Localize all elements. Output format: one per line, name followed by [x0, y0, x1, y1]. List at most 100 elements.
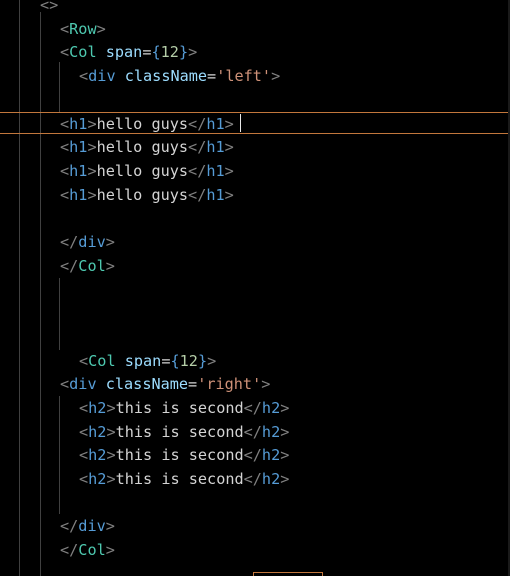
- code-token: hello guys: [96, 185, 189, 204]
- indent-guide: [59, 62, 60, 112]
- code-token: }: [197, 351, 208, 370]
- indent-guide: [19, 0, 20, 576]
- code-token: >: [224, 138, 234, 157]
- code-token: <: [79, 470, 89, 488]
- code-token: hello guys: [96, 138, 189, 157]
- code-token: <: [79, 351, 89, 370]
- code-token: </: [60, 541, 79, 560]
- code-token: div: [78, 233, 106, 251]
- code-token: >: [106, 446, 116, 465]
- code-line[interactable]: <Row>: [60, 17, 106, 41]
- code-line[interactable]: <h2>this is second</h2>: [79, 396, 289, 420]
- code-token: div: [88, 67, 116, 86]
- code-line[interactable]: </Col>: [60, 254, 115, 278]
- code-token: this is second: [115, 446, 244, 465]
- code-token: <: [79, 67, 89, 86]
- indent-guide: [40, 12, 41, 576]
- code-line[interactable]: </div>: [60, 514, 115, 538]
- code-token: </: [60, 256, 79, 275]
- code-token: >: [280, 398, 290, 417]
- code-token: Col: [88, 351, 116, 370]
- code-line[interactable]: <h2>this is second</h2>: [79, 443, 289, 467]
- code-token: Col: [78, 541, 106, 560]
- indent-guide: [59, 278, 60, 350]
- code-token: div: [69, 375, 97, 394]
- code-token: className: [105, 375, 189, 394]
- code-line[interactable]: <div className='left'>: [79, 64, 280, 88]
- code-token: div: [78, 517, 106, 536]
- code-token: >: [87, 138, 97, 157]
- code-line[interactable]: <Col span={12}>: [79, 349, 216, 373]
- code-token: </: [188, 138, 207, 157]
- code-line[interactable]: <>: [40, 0, 58, 17]
- code-token: >: [261, 375, 271, 394]
- code-token: </: [243, 446, 262, 465]
- code-token: </: [243, 470, 262, 488]
- code-token: Col: [69, 43, 97, 62]
- indent-guide: [59, 396, 60, 514]
- code-token: >: [224, 185, 234, 204]
- code-token: 12: [179, 351, 198, 370]
- code-token: h2: [88, 422, 107, 441]
- code-line[interactable]: </Col>: [60, 538, 115, 562]
- code-token: 'left': [216, 67, 272, 86]
- code-token: </: [188, 161, 207, 180]
- code-token: </: [243, 422, 262, 441]
- code-token: hello guys: [96, 114, 189, 133]
- code-token: h1: [206, 114, 225, 133]
- code-token: h2: [88, 446, 107, 465]
- code-token: >: [96, 19, 106, 38]
- code-token: <: [60, 114, 70, 133]
- code-token: h1: [206, 185, 225, 204]
- code-token: h2: [88, 398, 107, 417]
- code-token: >: [87, 114, 97, 133]
- code-token: =: [207, 67, 217, 86]
- code-token: >: [224, 161, 234, 180]
- code-token: }: [178, 43, 189, 62]
- code-token: Row: [69, 19, 97, 38]
- code-token: <: [60, 19, 70, 38]
- code-token: h2: [88, 470, 107, 488]
- code-token: {: [170, 351, 180, 370]
- code-token: >: [207, 351, 217, 370]
- code-token: h2: [261, 470, 281, 488]
- code-token: <: [60, 161, 70, 180]
- code-token: </: [60, 517, 79, 536]
- code-token: >: [280, 470, 290, 488]
- code-line[interactable]: <h2>this is second</h2>: [79, 467, 289, 491]
- status-widget[interactable]: [253, 572, 323, 576]
- code-token: >: [106, 422, 116, 441]
- code-line[interactable]: <h2>this is second</h2>: [79, 420, 289, 444]
- code-token: >: [105, 233, 115, 251]
- code-line[interactable]: <h1>hello guys</h1>: [60, 159, 234, 183]
- code-token: 12: [160, 43, 179, 62]
- code-token: h1: [69, 138, 88, 157]
- code-token: >: [280, 446, 290, 465]
- code-token: this is second: [115, 422, 244, 441]
- code-token: hello guys: [96, 161, 189, 180]
- code-line[interactable]: </div>: [60, 230, 115, 254]
- code-line[interactable]: <div className='right'>: [60, 372, 270, 396]
- code-token: <: [79, 398, 89, 417]
- code-line[interactable]: <h1>hello guys</h1>: [60, 183, 234, 207]
- code-token: className: [124, 67, 208, 86]
- code-line[interactable]: <Col span={12}>: [60, 40, 197, 64]
- code-token: =: [188, 375, 198, 394]
- code-token: <>: [40, 0, 59, 14]
- code-line[interactable]: <h1>hello guys</h1>: [60, 135, 234, 159]
- code-token: >: [87, 185, 97, 204]
- code-token: >: [224, 114, 234, 133]
- code-token: </: [188, 114, 207, 133]
- text-caret: [240, 114, 241, 132]
- code-token: <: [79, 446, 89, 465]
- code-line[interactable]: <h1>hello guys</h1>: [60, 112, 234, 136]
- code-token: <: [60, 375, 70, 394]
- code-token: h1: [69, 161, 88, 180]
- code-token: <: [60, 185, 70, 204]
- code-editor[interactable]: <> <Row> <Col span={12}> <div className='le…: [0, 0, 510, 576]
- code-token: h2: [261, 422, 281, 441]
